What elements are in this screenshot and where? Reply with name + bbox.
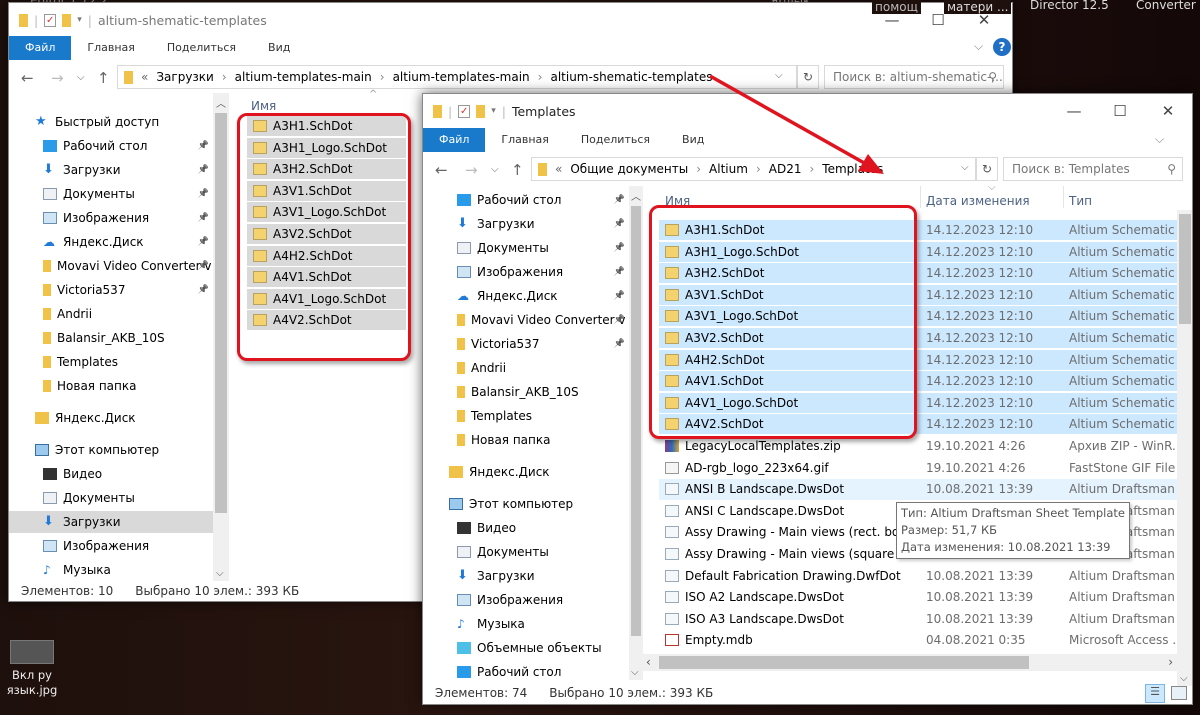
desktop-label: помощ <box>872 0 921 14</box>
arrow-head <box>858 154 884 174</box>
desktop-label: матери ... <box>944 0 1012 14</box>
annotation-arrow <box>709 74 884 174</box>
arrow-line <box>709 74 867 166</box>
